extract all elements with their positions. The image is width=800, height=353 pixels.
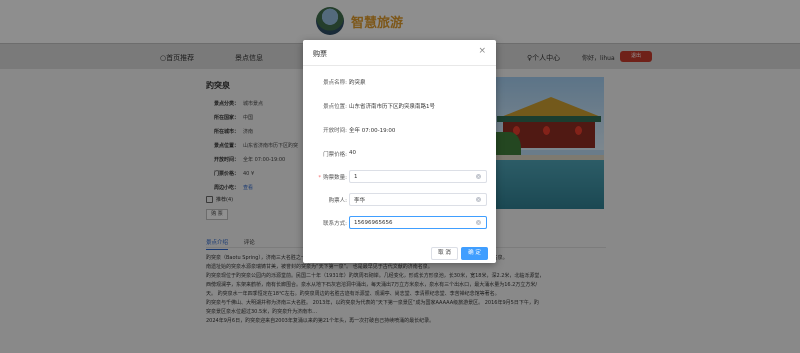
field-value: 全年 07:00-19:00 xyxy=(349,128,396,134)
buyer-field[interactable] xyxy=(354,194,474,205)
required-mark: * xyxy=(318,175,322,181)
dialog-divider xyxy=(303,65,496,66)
quantity-field[interactable] xyxy=(354,171,474,182)
field-value: 趵突泉 xyxy=(349,80,366,86)
dialog-title: 购票 xyxy=(313,50,327,58)
close-icon[interactable]: × xyxy=(478,47,486,56)
field-label: 景点名称: xyxy=(323,80,347,86)
field-label: 景点位置: xyxy=(323,104,347,110)
field-label: 门票价格: xyxy=(323,152,347,158)
confirm-button[interactable]: 确 定 xyxy=(461,247,488,260)
field-label: 开放时间: xyxy=(323,128,347,134)
clear-icon[interactable]: × xyxy=(476,174,481,179)
field-label: * 购票数量: xyxy=(318,175,347,181)
clear-icon[interactable]: × xyxy=(476,197,481,202)
quantity-input[interactable]: × xyxy=(349,170,487,183)
buy-ticket-dialog: 购票 × 景点名称: 趵突泉 景点位置: 山东省济南市历下区趵突泉南路1号 开放… xyxy=(303,40,496,263)
phone-input[interactable]: × xyxy=(349,216,487,229)
buyer-input[interactable]: × xyxy=(349,193,487,206)
field-label: 购票人: xyxy=(328,198,347,204)
field-value: 40 xyxy=(349,150,356,156)
phone-field[interactable] xyxy=(354,217,474,228)
field-label: 联系方式: xyxy=(323,221,347,227)
clear-icon[interactable]: × xyxy=(476,220,481,225)
field-value: 山东省济南市历下区趵突泉南路1号 xyxy=(349,104,436,110)
cancel-button[interactable]: 取 消 xyxy=(431,247,458,260)
